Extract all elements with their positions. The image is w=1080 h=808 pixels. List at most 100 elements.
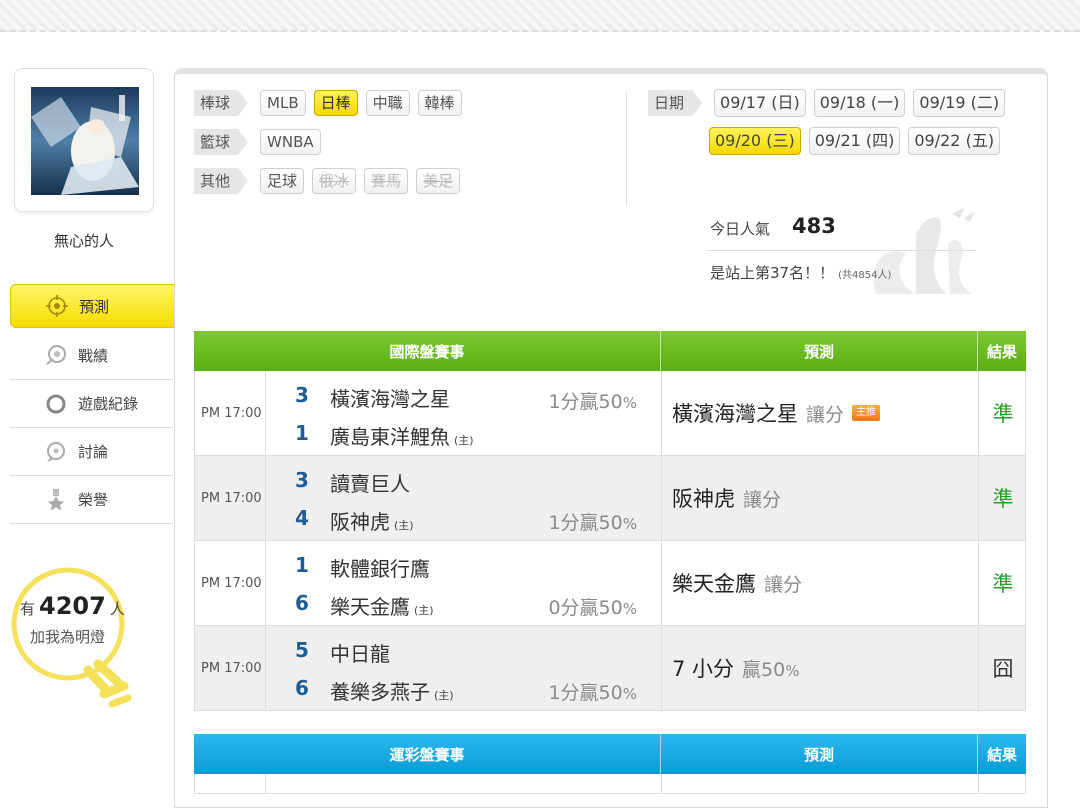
nav-item-record[interactable]: 戰績 xyxy=(10,332,173,380)
result-mark: 囧 xyxy=(992,657,1014,681)
league-chip-wnba[interactable]: WNBA xyxy=(260,129,321,155)
predicted-pick: 橫濱海灣之星 xyxy=(672,402,798,426)
nav-item-predict[interactable]: 預測 xyxy=(10,284,184,328)
nav-item-game-log[interactable]: 遊戲紀錄 xyxy=(10,380,173,428)
date-row-1: 日期 09/17 (日) 09/18 (一) 09/19 (二) xyxy=(648,89,1006,117)
header-result: 結果 xyxy=(986,342,1017,361)
date-chip[interactable]: 09/18 (一) xyxy=(813,89,906,117)
away-score: 3 xyxy=(295,383,309,407)
home-team-wrap: 阪神虎 (主) xyxy=(330,506,414,535)
rank-total: (共4854人) xyxy=(838,270,892,281)
category-row-baseball: 棒球 MLB 日棒 中職 韓棒 xyxy=(194,90,462,116)
handicap-odds: 1分贏50% xyxy=(548,508,637,535)
host-mark: (主) xyxy=(394,519,414,532)
home-team-wrap: 廣島東洋鯉魚 (主) xyxy=(330,421,474,450)
date-chip[interactable]: 09/17 (日) xyxy=(714,89,806,117)
away-score: 1 xyxy=(295,553,309,577)
host-mark: (主) xyxy=(434,689,454,702)
featured-badge: 主推 xyxy=(852,405,881,421)
ring-icon xyxy=(46,394,66,414)
prediction-type: 讓分 xyxy=(743,485,781,512)
date-chip[interactable]: 09/21 (四) xyxy=(808,127,901,155)
home-score: 1 xyxy=(295,421,309,445)
nav-item-honor[interactable]: 榮譽 xyxy=(10,476,173,524)
result-mark: 準 xyxy=(992,487,1014,511)
prediction-type-text: 贏50 xyxy=(742,658,786,681)
trophy-coin-icon xyxy=(46,345,66,365)
home-score: 6 xyxy=(295,591,309,615)
home-team: 廣島東洋鯉魚 xyxy=(330,425,450,449)
fans-prefix: 有 xyxy=(20,600,36,618)
popularity-label: 今日人氣 xyxy=(710,220,771,238)
header-prediction: 預測 xyxy=(661,331,978,371)
match-time: PM 17:00 xyxy=(195,456,266,540)
prediction-type-text: 讓分 xyxy=(743,488,782,511)
match-cell: 1 軟體銀行鷹 6 樂天金鷹 (主) 0分贏50% xyxy=(266,541,662,625)
nav-item-discussion[interactable]: 討論 xyxy=(10,428,173,476)
odds-text: 1分贏50 xyxy=(548,512,623,534)
odds-text: 1分贏50 xyxy=(548,682,623,704)
date-chip[interactable]: 09/19 (二) xyxy=(913,89,1006,117)
home-team: 阪神虎 xyxy=(330,510,390,534)
rank-text: 是站上第37名！！ (共4854人) xyxy=(710,262,891,283)
handicap-odds: 0分贏50% xyxy=(548,593,637,620)
prediction-percent: % xyxy=(785,661,800,680)
header-prediction: 預測 xyxy=(661,734,978,774)
away-team: 軟體銀行鷹 xyxy=(330,557,430,581)
rank-label: 是站上第37名！！ xyxy=(710,264,835,282)
date-row-2: 09/20 (三) 09/21 (四) 09/22 (五) xyxy=(709,127,1001,155)
avatar-card[interactable] xyxy=(14,68,154,212)
header-result: 結果 xyxy=(986,745,1017,764)
match-cell: 5 中日龍 6 養樂多燕子 (主) 1分贏50% xyxy=(266,626,662,710)
odds-percent: % xyxy=(622,685,637,703)
category-tag-other: 其他 xyxy=(194,168,248,194)
league-chip-kbo[interactable]: 韓棒 xyxy=(417,90,462,116)
league-chip-soccer[interactable]: 足球 xyxy=(260,168,305,194)
league-chip-nfl: 美足 xyxy=(416,168,461,194)
date-tag: 日期 xyxy=(648,90,702,116)
prediction-type: 讓分 xyxy=(764,570,802,597)
home-team: 樂天金鷹 xyxy=(330,595,410,619)
host-mark: (主) xyxy=(414,604,434,617)
league-chip-cpbl[interactable]: 中職 xyxy=(365,90,410,116)
handicap-odds: 1分贏50% xyxy=(548,678,637,705)
filter-divider xyxy=(626,92,627,206)
side-nav: 預測 戰績 遊戲紀錄 討論 榮譽 xyxy=(10,284,184,524)
date-chip-selected[interactable]: 09/20 (三) xyxy=(709,127,801,155)
predicted-pick: 阪神虎 xyxy=(672,487,735,511)
handicap-odds: 1分贏50% xyxy=(548,387,637,414)
prediction-type: 贏50% xyxy=(742,655,799,682)
add-beacon-link[interactable]: 加我為明燈 xyxy=(30,626,105,647)
match-cell: 3 讀賣巨人 4 阪神虎 (主) 1分贏50% xyxy=(266,456,662,540)
chat-icon xyxy=(47,442,65,462)
intl-table-header: 國際盤賽事 預測 結果 xyxy=(194,331,1026,371)
top-decorative-strip xyxy=(0,0,1080,32)
odds-text: 1分贏50 xyxy=(548,391,623,413)
match-cell: 3 橫濱海灣之星 1 廣島東洋鯉魚 (主) 1分贏50% xyxy=(266,371,662,455)
category-tag-baseball: 棒球 xyxy=(194,90,248,116)
prediction-cell: 橫濱海灣之星 讓分 主推 xyxy=(662,371,979,455)
prediction-type-text: 讓分 xyxy=(764,573,803,596)
prediction-cell: 阪神虎 讓分 xyxy=(662,456,979,540)
league-chip-horse-racing: 賽馬 xyxy=(364,168,409,194)
league-chip-khl: 俄冰 xyxy=(312,168,357,194)
away-team: 讀賣巨人 xyxy=(330,472,410,496)
away-score: 3 xyxy=(295,468,309,492)
away-team: 橫濱海灣之星 xyxy=(330,387,450,411)
home-score: 4 xyxy=(295,506,309,530)
table-cell xyxy=(662,774,979,794)
fans-number: 4207 xyxy=(39,592,106,620)
watermark-logo-icon xyxy=(873,208,974,294)
league-chip-npb[interactable]: 日棒 xyxy=(313,90,358,116)
target-icon xyxy=(46,295,68,317)
lottery-table-header: 運彩盤賽事 預測 結果 xyxy=(194,734,1026,774)
date-chip[interactable]: 09/22 (五) xyxy=(908,127,1001,155)
league-chip-mlb[interactable]: MLB xyxy=(260,90,306,116)
table-row: PM 17:00 5 中日龍 6 養樂多燕子 (主) 1分贏50% 7 小分 贏50% 囧 xyxy=(194,626,1026,711)
nav-label: 遊戲紀錄 xyxy=(78,395,139,413)
category-row-basketball: 籃球 WNBA xyxy=(194,129,321,155)
predicted-pick: 7 小分 xyxy=(672,657,735,681)
category-row-other: 其他 足球 俄冰 賽馬 美足 xyxy=(194,168,461,194)
avatar[interactable] xyxy=(31,87,139,195)
username: 無心的人 xyxy=(53,232,114,250)
